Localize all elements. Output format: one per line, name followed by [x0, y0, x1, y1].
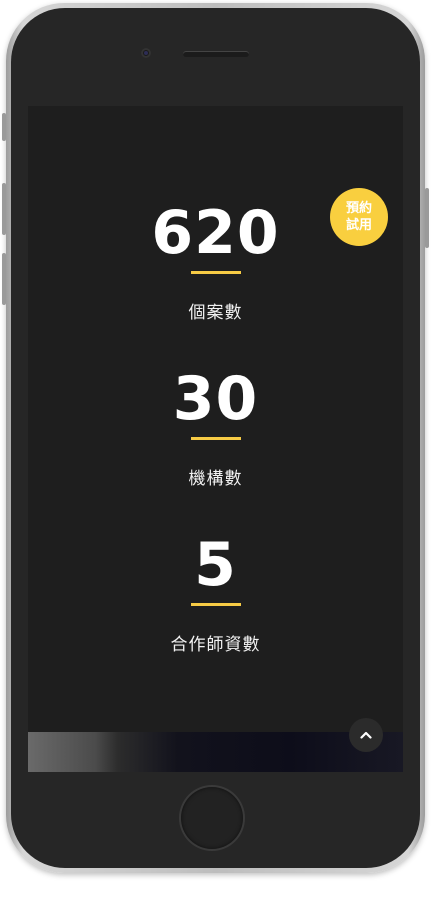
stat-underline [190, 437, 241, 440]
scroll-to-top-button[interactable] [349, 718, 383, 752]
book-trial-label-line1: 預約 [345, 201, 372, 216]
stat-institutions: 30 機構數 [28, 367, 403, 489]
book-trial-label-line2: 試用 [345, 218, 372, 233]
stat-value: 5 [194, 530, 237, 600]
front-camera [141, 48, 151, 58]
home-button [181, 787, 243, 849]
phone-screen: 620 個案數 30 機構數 5 合作師資數 預約 試用 [28, 106, 403, 772]
stat-teachers: 5 合作師資數 [28, 533, 403, 655]
power-button [425, 188, 429, 248]
chevron-up-icon [360, 731, 372, 739]
next-section-preview [28, 732, 403, 772]
book-trial-button[interactable]: 預約 試用 [330, 188, 388, 246]
stat-label: 合作師資數 [170, 635, 261, 655]
volume-up-button [2, 183, 6, 235]
earpiece-speaker [183, 51, 249, 57]
volume-down-button [2, 253, 6, 305]
mute-switch [2, 113, 6, 141]
stat-underline [190, 603, 241, 606]
stat-value: 30 [172, 364, 259, 434]
stat-underline [190, 271, 241, 274]
stat-label: 機構數 [188, 469, 243, 489]
stat-label: 個案數 [188, 303, 243, 323]
